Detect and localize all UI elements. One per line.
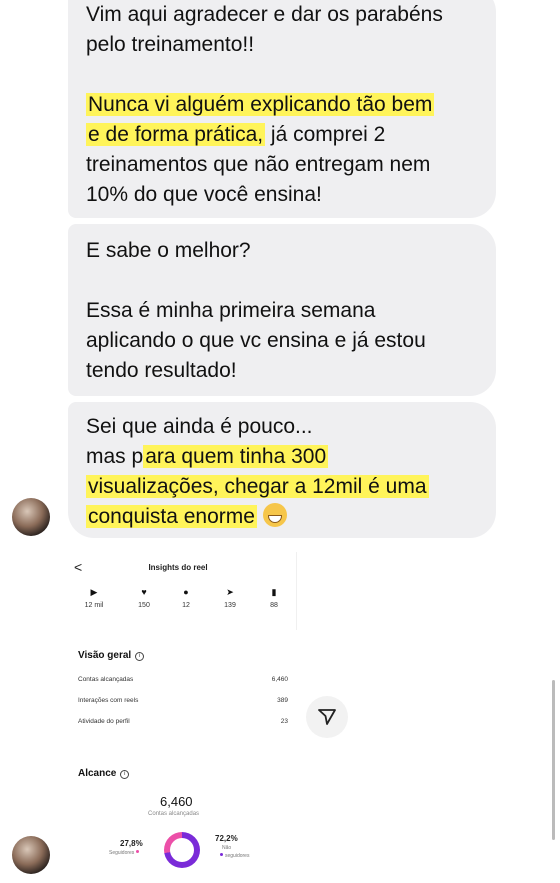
highlighted-text: e de forma prática,	[86, 123, 266, 146]
legend-label: seguidores	[225, 853, 250, 859]
row-label: Contas alcançadas	[78, 676, 134, 683]
metric-plays: ▶ 12 mil	[74, 586, 114, 609]
share-button[interactable]	[306, 696, 348, 738]
info-icon[interactable]: i	[135, 652, 145, 661]
grinning-face-emoji	[262, 503, 287, 527]
comment-icon: ●	[183, 587, 189, 597]
overview-row: Contas alcançadas 6,460	[78, 676, 288, 683]
metric-comments: ● 12	[166, 586, 206, 609]
metric-shares: ➤ 139	[210, 586, 250, 609]
reach-total-label: Contas alcançadas	[148, 811, 200, 817]
overview-title: Visão geral i	[78, 650, 145, 661]
reach-title: Alcance i	[78, 768, 130, 779]
followers-percent: 27,8%	[120, 839, 143, 848]
section-heading: Alcance	[78, 768, 117, 779]
message-line: pelo treinamento!!	[86, 33, 255, 56]
info-icon[interactable]: i	[120, 770, 130, 779]
bookmark-icon: ▮	[271, 587, 277, 597]
play-icon: ▶	[90, 587, 98, 597]
metric-likes: ♥ 150	[124, 586, 164, 609]
highlighted-text: conquista enorme	[86, 505, 257, 528]
nonfollowers-percent: 72,2%	[215, 834, 238, 843]
legend-dot	[220, 853, 223, 856]
message-bubble-achievement: Sei que ainda é pouco... mas para quem t…	[68, 402, 496, 538]
metric-saves: ▮ 88	[254, 586, 294, 609]
scrollbar[interactable]	[552, 680, 555, 840]
row-value: 389	[277, 697, 288, 704]
message-line: Sei que ainda é pouco...	[86, 415, 313, 438]
avatar[interactable]	[12, 836, 50, 874]
legend-label: Seguidores	[109, 850, 135, 856]
reach-donut-chart	[164, 832, 200, 868]
message-line: Vim aqui agradecer e dar os parabéns	[86, 3, 443, 26]
send-icon: ➤	[226, 587, 234, 597]
message-line: 10% do que você ensina!	[86, 183, 322, 206]
overview-row: Interações com reels 389	[78, 697, 288, 704]
message-bubble-results: E sabe o melhor? Essa é minha primeira s…	[68, 224, 496, 396]
message-line: tendo resultado!	[86, 359, 237, 382]
heart-icon: ♥	[141, 587, 147, 597]
send-icon	[318, 709, 336, 725]
nonfollowers-label-2: seguidores	[220, 853, 249, 859]
nonfollowers-label-1: Não	[222, 845, 232, 851]
metric-value: 150	[138, 602, 150, 609]
message-line: E sabe o melhor?	[86, 239, 251, 262]
metric-value: 139	[224, 602, 236, 609]
message-text: já comprei 2	[265, 123, 386, 146]
row-value: 6,460	[271, 676, 288, 683]
message-text: mas p	[86, 445, 144, 468]
message-line: aplicando o que vc ensina e já estou	[86, 329, 426, 352]
metric-value: 88	[270, 602, 278, 609]
insights-title: Insights do reel	[148, 563, 208, 572]
metric-value: 12 mil	[84, 602, 104, 609]
followers-label: Seguidores	[109, 850, 140, 856]
row-label: Interações com reels	[78, 697, 139, 704]
message-line: treinamentos que não entregam nem	[86, 153, 431, 176]
avatar[interactable]	[12, 498, 50, 536]
message-bubble-thanks: Vim aqui agradecer e dar os parabéns pel…	[68, 0, 496, 218]
highlighted-text: Nunca vi alguém explicando tão bem	[86, 93, 435, 116]
message-line: Essa é minha primeira semana	[86, 299, 376, 322]
legend-dot	[136, 850, 140, 853]
overview-row: Atividade do perfil 23	[78, 718, 288, 725]
row-value: 23	[280, 718, 288, 725]
metric-value: 12	[182, 602, 190, 609]
section-heading: Visão geral	[78, 650, 132, 661]
reach-total: 6,460	[160, 794, 193, 809]
reel-insights-card: < Insights do reel ▶ 12 mil ♥ 150 ● 12 ➤…	[60, 552, 297, 630]
highlighted-text: visualizações, chegar a 12mil é uma	[86, 475, 429, 498]
highlighted-text: ara quem tinha 300	[143, 445, 329, 468]
row-label: Atividade do perfil	[78, 718, 130, 725]
